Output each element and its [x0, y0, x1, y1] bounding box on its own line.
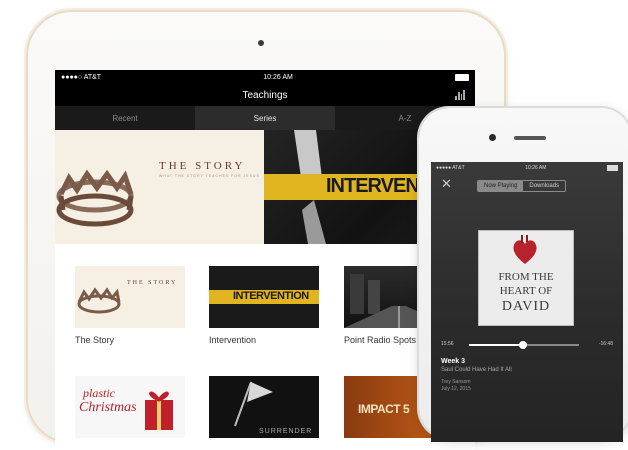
carrier-label: ●●●●● AT&T	[436, 165, 465, 171]
carrier-label: ●●●●○ AT&T	[61, 73, 102, 81]
artwork-line-3: DAVID	[501, 299, 551, 314]
series-art-text: SURRENDER	[259, 428, 313, 435]
now-playing-artwork: FROM THE HEART OF DAVID	[478, 230, 574, 326]
featured-story-subtitle: WHAT THE STORY TEACHES FOR JESUS	[159, 174, 260, 178]
track-title: Saul Could Have Had It All	[441, 367, 512, 373]
track-week: Week 3	[441, 358, 465, 365]
featured-story-title: THE STORY	[159, 160, 246, 172]
ipad-status-bar: ●●●●○ AT&T 10:26 AM	[55, 70, 475, 84]
series-art-text: plastic	[83, 386, 115, 400]
artwork-line-1: FROM THE	[498, 271, 554, 283]
elapsed-time: 15:56	[441, 341, 454, 347]
battery-icon	[455, 73, 469, 81]
iphone-screen: ●●●●● AT&T 10:26 AM ✕ Now Playing Downlo…	[431, 162, 623, 442]
track-date: July 12, 2015	[441, 386, 471, 392]
track-speaker: Trey Sansom	[441, 379, 471, 385]
series-tile-intervention[interactable]: INTERVENTION Intervention	[209, 266, 319, 345]
segment-now-playing[interactable]: Now Playing	[478, 181, 524, 191]
ipad-camera	[258, 40, 264, 46]
series-tile-plastic-christmas[interactable]: plastic Christmas	[75, 376, 185, 438]
iphone-camera	[489, 134, 496, 141]
player-nav-bar: ✕ Now Playing Downloads	[431, 174, 623, 198]
gift-icon	[145, 391, 173, 430]
flag-icon	[234, 381, 273, 427]
ipad-nav-bar: Teachings	[55, 84, 475, 106]
series-label: Intervention	[209, 335, 257, 345]
crown-of-thorns-icon	[56, 169, 134, 227]
series-artwork: SURRENDER	[209, 376, 319, 438]
track-info: Week 3 Saul Could Have Had It All Trey S…	[441, 358, 611, 392]
iphone-device: ●●●●● AT&T 10:26 AM ✕ Now Playing Downlo…	[419, 108, 628, 442]
tab-bar: Recent Series A-Z	[55, 106, 475, 130]
clock-label: 10:26 AM	[263, 73, 293, 81]
stats-icon[interactable]	[455, 90, 465, 100]
featured-carousel: THE STORY WHAT THE STORY TEACHES FOR JES…	[55, 130, 475, 244]
scrubber-fill	[469, 344, 523, 346]
scrubber-knob[interactable]	[518, 341, 527, 349]
scrubber-track[interactable]	[469, 341, 579, 349]
battery-icon	[606, 165, 618, 171]
segment-downloads[interactable]: Downloads	[523, 181, 565, 191]
series-label: The Story	[75, 335, 115, 345]
series-artwork: INTERVENTION	[209, 266, 319, 328]
featured-the-story[interactable]: THE STORY WHAT THE STORY TEACHES FOR JES…	[55, 130, 264, 244]
tab-series[interactable]: Series	[195, 106, 335, 130]
close-icon[interactable]: ✕	[441, 177, 452, 191]
ipad-screen: ●●●●○ AT&T 10:26 AM Teachings Recent Ser…	[55, 70, 475, 450]
series-art-text: IMPACT 5	[358, 402, 410, 416]
series-tile-the-story[interactable]: THE STORY The Story	[75, 266, 185, 345]
tab-recent[interactable]: Recent	[55, 106, 195, 130]
series-artwork: THE STORY	[75, 266, 185, 328]
anatomical-heart-icon	[513, 235, 537, 264]
series-artwork: plastic Christmas	[75, 376, 185, 438]
series-art-text: INTERVENTION	[233, 290, 309, 302]
remaining-time: -16:48	[598, 341, 613, 347]
iphone-speaker	[514, 136, 546, 140]
crown-of-thorns-icon	[77, 287, 121, 314]
series-art-text: THE STORY	[127, 280, 178, 286]
playback-scrubber: 15:56 -16:48	[441, 340, 613, 350]
series-tile-surrender[interactable]: SURRENDER	[209, 376, 319, 438]
page-title: Teachings	[242, 89, 288, 101]
iphone-status-bar: ●●●●● AT&T 10:26 AM	[431, 162, 623, 174]
player-segmented-control: Now Playing Downloads	[477, 180, 567, 192]
clock-label: 10:26 AM	[525, 165, 547, 171]
series-art-text: Christmas	[79, 400, 137, 415]
artwork-line-2: HEART OF	[499, 285, 553, 297]
